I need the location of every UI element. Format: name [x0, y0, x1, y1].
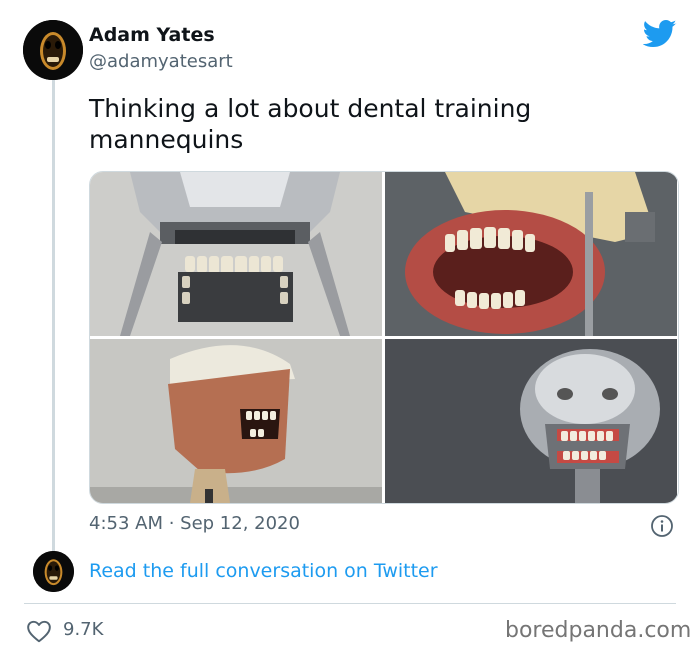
tweet-card: Adam Yates @adamyatesart Thinking a lot …: [0, 0, 700, 656]
photo-1[interactable]: [90, 172, 382, 336]
media-grid: [89, 171, 679, 504]
metal-mannequin-jaw-photo-icon: [90, 172, 382, 336]
twitter-bird-icon[interactable]: [643, 19, 677, 49]
read-conversation-link[interactable]: Read the full conversation on Twitter: [89, 560, 438, 582]
info-icon[interactable]: [650, 514, 674, 538]
rubber-face-mannequin-photo-icon: [90, 339, 382, 503]
watermark: boredpanda.com: [505, 618, 692, 643]
author-name[interactable]: Adam Yates: [89, 24, 215, 46]
thread-line: [52, 80, 55, 552]
tweet-text: Thinking a lot about dental training man…: [89, 94, 532, 154]
chrome-head-mannequin-photo-icon: [385, 339, 677, 503]
like-count: 9.7K: [63, 619, 104, 640]
dark-mask-avatar-icon: [23, 20, 83, 80]
dark-mask-avatar-icon: [33, 551, 74, 592]
photo-2[interactable]: [385, 172, 677, 336]
photo-3[interactable]: [90, 339, 382, 503]
photo-4[interactable]: [385, 339, 677, 503]
author-handle[interactable]: @adamyatesart: [89, 51, 233, 72]
author-avatar[interactable]: [23, 20, 83, 80]
footer-divider: [24, 603, 676, 604]
reply-avatar[interactable]: [33, 551, 74, 592]
heart-icon[interactable]: [26, 619, 52, 643]
tweet-timestamp[interactable]: 4:53 AM · Sep 12, 2020: [89, 513, 300, 534]
red-gum-denture-model-photo-icon: [385, 172, 677, 336]
